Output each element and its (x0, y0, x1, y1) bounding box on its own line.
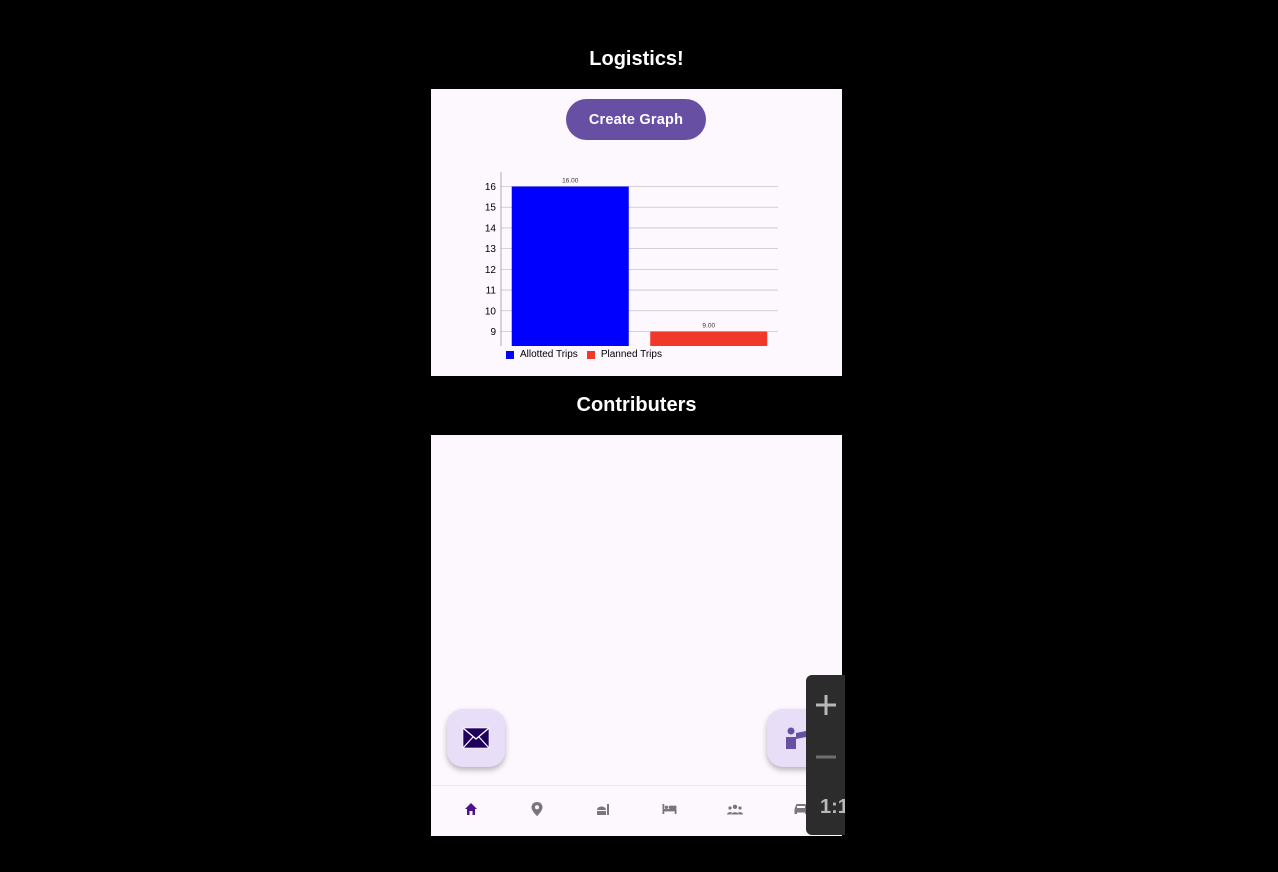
zoom-in-button[interactable] (806, 680, 845, 730)
chart-y-tick-label: 14 (485, 223, 497, 234)
zoom-controls: 1:1 (806, 675, 845, 835)
nav-group[interactable] (724, 798, 746, 820)
chart-y-tick-label: 15 (485, 203, 497, 214)
chart-y-tick-label: 9 (490, 327, 496, 338)
nav-food[interactable] (592, 798, 614, 820)
app-screen: Logistics! 9 10 11 12 13 14 15 16 16.00 9.00 Crea… (431, 0, 842, 872)
food-icon (597, 804, 609, 815)
location-pin-icon (531, 802, 543, 816)
graph-card: 9 10 11 12 13 14 15 16 16.00 9.00 Create Graph Al… (431, 89, 842, 376)
group-icon (727, 804, 743, 814)
chart-y-tick-label: 16 (485, 182, 497, 193)
legend-label: Planned Trips (600, 349, 662, 360)
nav-hotel[interactable] (658, 798, 680, 820)
legend-label: Allotted Trips (520, 349, 578, 360)
contributors-title: Contributers (576, 394, 697, 416)
home-icon (465, 803, 477, 815)
contributors-list (431, 435, 842, 836)
chart-y-tick-label: 13 (485, 244, 497, 255)
minus-icon (815, 755, 836, 759)
legend-swatch (506, 350, 514, 359)
nav-home[interactable] (460, 798, 482, 820)
chart-y-tick-label: 10 (485, 306, 497, 317)
plus-icon (815, 695, 836, 715)
legend-swatch (586, 350, 595, 359)
chart-bar (511, 186, 629, 346)
chart-value-label: 16.00 (562, 178, 579, 185)
chart-value-label: 9.00 (702, 323, 715, 330)
legend-item: Allotted Trips (506, 349, 578, 360)
chart-bar (650, 331, 768, 346)
mail-icon (462, 727, 490, 749)
legend-item: Planned Trips (586, 349, 662, 360)
mail-fab-button[interactable] (447, 709, 505, 767)
chart-y-tick-label: 11 (486, 286, 497, 297)
chart-legend: Allotted Trips Planned Trips (506, 349, 671, 360)
page-title: Logistics! (589, 48, 684, 70)
zoom-out-button[interactable] (806, 732, 845, 782)
bottom-navigation (431, 785, 842, 836)
nav-location[interactable] (526, 798, 548, 820)
hotel-bed-icon (662, 804, 676, 814)
zoom-reset-button[interactable]: 1:1 (820, 796, 845, 819)
create-graph-button[interactable]: Create Graph (566, 99, 706, 140)
chart-y-tick-label: 12 (485, 265, 497, 276)
